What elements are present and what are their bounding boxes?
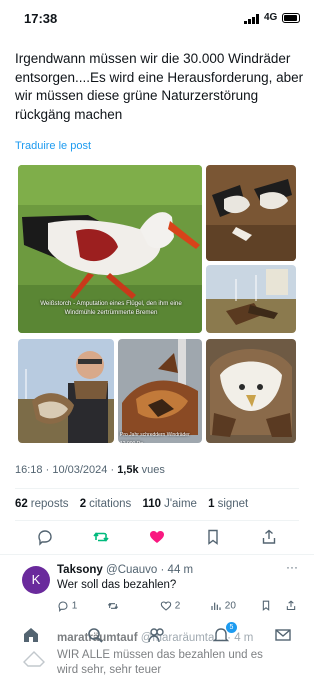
likes-count: 110 <box>142 498 162 510</box>
status-time: 17:38 <box>24 11 58 26</box>
bookmark-icon[interactable] <box>260 599 272 612</box>
reply-like-button[interactable]: 2 <box>160 600 180 612</box>
media-image-turbines[interactable] <box>206 265 296 333</box>
reply-author: Taksony @Cuauvo · 44 m <box>57 564 193 576</box>
citations-stat[interactable]: 2 citations <box>80 498 132 510</box>
bookmarks-label: signet <box>217 498 249 510</box>
bottom-nav: 5 <box>0 622 314 650</box>
reply-handle: @Cuauvo · 44 m <box>106 564 194 576</box>
post-stats: 62 reposts 2 citations 110 J'aime 1 signet <box>15 498 256 510</box>
reply-item[interactable]: K Taksony @Cuauvo · 44 m ··· Wer soll da… <box>0 556 314 626</box>
citations-count: 2 <box>79 498 87 510</box>
reposts-stat[interactable]: 62 reposts <box>15 498 69 510</box>
views-icon <box>211 602 221 610</box>
post-text: Irgendwann müssen wir die 30.000 Windräd… <box>15 51 304 122</box>
dead-kite-image <box>118 339 202 443</box>
reply-text: WIR ALLE müssen das bezahlen und es wird… <box>57 649 263 676</box>
divider <box>15 488 299 489</box>
media-image-kite[interactable]: Pro Jahr schreddern Windräder 12.000 Ro <box>118 339 202 443</box>
repost-icon[interactable] <box>92 528 110 546</box>
post-time: 16:18 <box>15 464 43 476</box>
media-grid[interactable]: Weißstorch - Amputation eines Flügel, de… <box>18 165 296 443</box>
dead-birds-image <box>206 165 296 261</box>
search-icon[interactable] <box>86 626 104 644</box>
bookmarks-stat[interactable]: 1 signet <box>208 498 248 510</box>
reply-repost-button[interactable] <box>107 600 119 612</box>
meta-separator: · <box>45 464 50 476</box>
likes-stat[interactable]: 110 J'aime <box>143 498 197 510</box>
network-label: 4G <box>264 12 278 23</box>
man-holding-bird-image <box>18 339 114 443</box>
reply-reply-button[interactable]: 1 <box>57 600 77 612</box>
likes-label: J'aime <box>164 498 197 510</box>
views-label: vues <box>141 464 165 476</box>
reply-like-count: 2 <box>174 600 181 612</box>
media-image-birds-1[interactable] <box>206 165 296 261</box>
share-icon[interactable] <box>285 599 297 612</box>
reply-reply-count: 1 <box>71 600 78 612</box>
bookmarks-count: 1 <box>208 498 215 510</box>
grok-icon[interactable] <box>22 648 46 668</box>
post-action-bar <box>0 528 314 548</box>
battery-icon <box>282 13 300 23</box>
reposts-label: reposts <box>30 498 69 510</box>
divider <box>0 554 314 555</box>
notifications-badge: 5 <box>226 622 237 633</box>
reply-icon[interactable] <box>36 528 54 546</box>
repost-icon <box>107 602 119 610</box>
communities-icon[interactable] <box>148 626 166 644</box>
translate-link[interactable]: Traduire le post <box>15 140 91 152</box>
media-image-man-bird[interactable] <box>18 339 114 443</box>
avatar[interactable]: K <box>22 566 50 594</box>
reply-icon <box>58 601 68 612</box>
turbine-field-image <box>206 265 296 333</box>
reply-views-button[interactable]: 20 <box>210 600 236 612</box>
reply-name[interactable]: Taksony <box>57 564 103 576</box>
reposts-count: 62 <box>15 498 28 510</box>
share-icon[interactable] <box>260 528 278 546</box>
dead-bird-closeup-image <box>206 339 296 443</box>
views-count: 1,5k <box>117 464 139 476</box>
home-icon[interactable] <box>22 626 40 644</box>
like-icon <box>160 601 172 611</box>
like-icon[interactable] <box>148 528 166 546</box>
divider <box>15 520 299 521</box>
more-icon[interactable]: ··· <box>286 560 298 574</box>
media-caption-2: Pro Jahr schreddern Windräder 12.000 Ro <box>120 432 190 443</box>
citations-label: citations <box>89 498 132 510</box>
post-meta: 16:18 · 10/03/2024 · 1,5k vues <box>15 464 165 476</box>
messages-icon[interactable] <box>274 626 292 644</box>
reply-views-count: 20 <box>224 600 236 612</box>
reply-text: Wer soll das bezahlen? <box>57 579 177 591</box>
media-image-stork[interactable]: Weißstorch - Amputation eines Flügel, de… <box>18 165 202 333</box>
signal-icon <box>244 14 259 24</box>
status-bar: 17:38 4G <box>0 0 314 36</box>
meta-separator-2: · <box>110 464 115 476</box>
bookmark-icon[interactable] <box>204 528 222 546</box>
media-caption: Weißstorch - Amputation eines Flügel, de… <box>40 300 182 316</box>
post-date: 10/03/2024 <box>52 464 108 476</box>
media-image-owl[interactable] <box>206 339 296 443</box>
